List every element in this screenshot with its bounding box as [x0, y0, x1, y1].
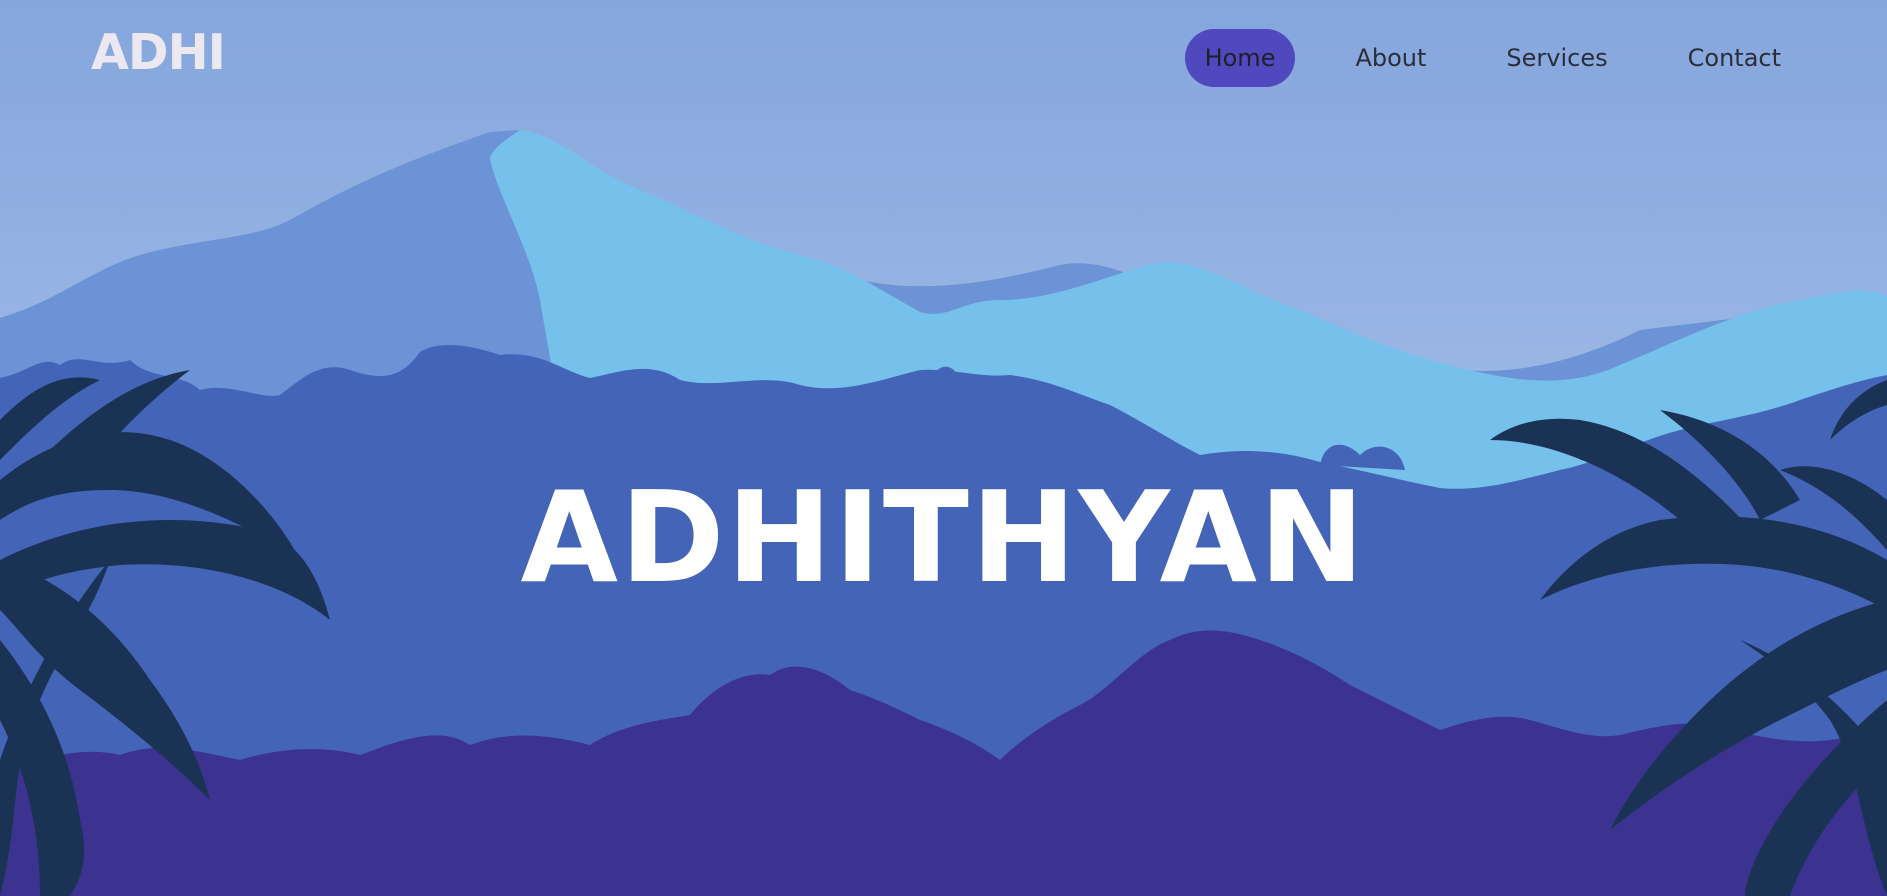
hero-title: ADHITHYAN — [520, 464, 1367, 612]
nav-links: Home About Services Contact — [1184, 29, 1801, 87]
nav-link-about[interactable]: About — [1335, 29, 1446, 87]
navbar: ADHI Home About Services Contact — [0, 0, 1887, 116]
nav-link-contact[interactable]: Contact — [1668, 29, 1801, 87]
nav-link-home[interactable]: Home — [1184, 29, 1296, 87]
brand-logo[interactable]: ADHI — [91, 24, 226, 81]
hero-background — [0, 0, 1887, 896]
nav-link-services[interactable]: Services — [1486, 29, 1627, 87]
